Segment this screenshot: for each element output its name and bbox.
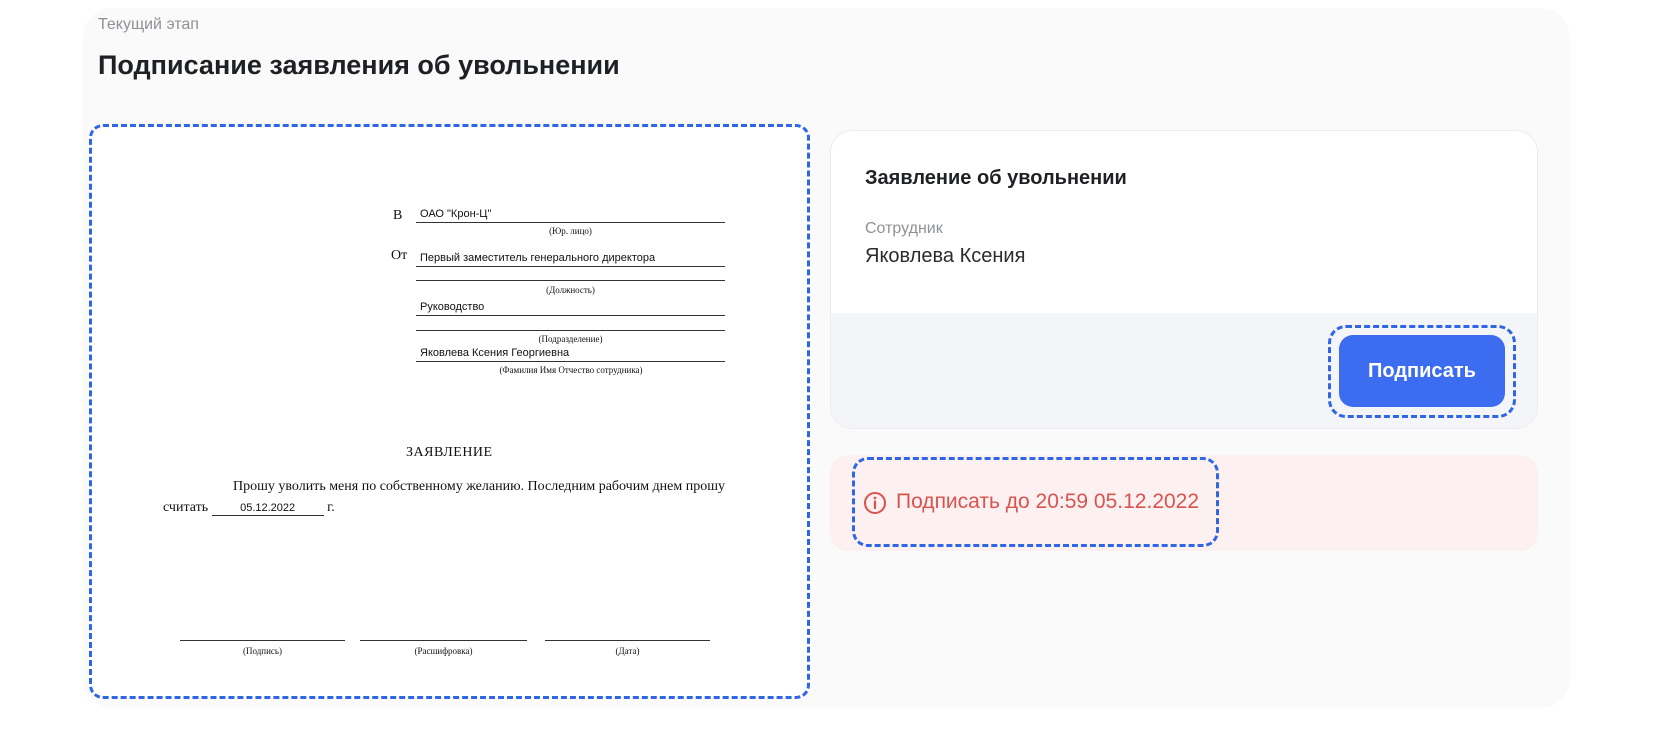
employee-name: Яковлева Ксения bbox=[865, 245, 1026, 267]
full-name-field: Яковлева Ксения Георгиевна bbox=[416, 346, 725, 362]
document-body-line2: считать 05.12.2022 г. bbox=[163, 500, 335, 516]
decode-rule bbox=[360, 640, 527, 641]
body-line2-suffix: г. bbox=[327, 500, 335, 515]
position-rule bbox=[416, 280, 725, 281]
position-caption: (Должность) bbox=[546, 285, 595, 295]
department-field: Руководство bbox=[416, 300, 725, 316]
company-caption: (Юр. лицо) bbox=[549, 226, 592, 236]
department-rule bbox=[416, 330, 725, 331]
document-preview[interactable]: В ОАО "Крон-Ц" (Юр. лицо) От Первый заме… bbox=[89, 124, 810, 699]
employee-label: Сотрудник bbox=[865, 220, 943, 237]
department-caption: (Подразделение) bbox=[538, 334, 603, 344]
card-title: Заявление об увольнении bbox=[865, 167, 1127, 189]
to-prefix: В bbox=[393, 208, 403, 223]
deadline-text: Подписать до 20:59 05.12.2022 bbox=[896, 490, 1200, 513]
company-field: ОАО "Крон-Ц" bbox=[416, 207, 725, 223]
body-line2-prefix: считать bbox=[163, 500, 209, 515]
sign-button[interactable]: Подписать bbox=[1339, 335, 1505, 407]
deadline-banner: Подписать до 20:59 05.12.2022 bbox=[830, 455, 1538, 551]
card-footer: Подписать bbox=[831, 313, 1537, 428]
document-body-line1: Прошу уволить меня по собственному желан… bbox=[233, 479, 726, 494]
stage-label: Текущий этап bbox=[98, 16, 199, 33]
position-field: Первый заместитель генерального директор… bbox=[416, 251, 725, 267]
last-day-field: 05.12.2022 bbox=[211, 501, 324, 516]
document-heading: ЗАЯВЛЕНИЕ bbox=[406, 445, 493, 460]
info-circle-icon bbox=[864, 492, 886, 514]
decode-caption: (Расшифровка) bbox=[414, 646, 473, 656]
full-name-caption: (Фамилия Имя Отчество сотрудника) bbox=[499, 365, 643, 375]
signature-caption: (Подпись) bbox=[242, 646, 283, 656]
page-title: Подписание заявления об увольнении bbox=[98, 50, 620, 80]
date-rule bbox=[545, 640, 710, 641]
date-caption: (Дата) bbox=[615, 646, 640, 656]
signature-rule bbox=[180, 640, 345, 641]
from-prefix: От bbox=[391, 248, 408, 263]
statement-card: Заявление об увольнении Сотрудник Яковле… bbox=[830, 130, 1538, 429]
